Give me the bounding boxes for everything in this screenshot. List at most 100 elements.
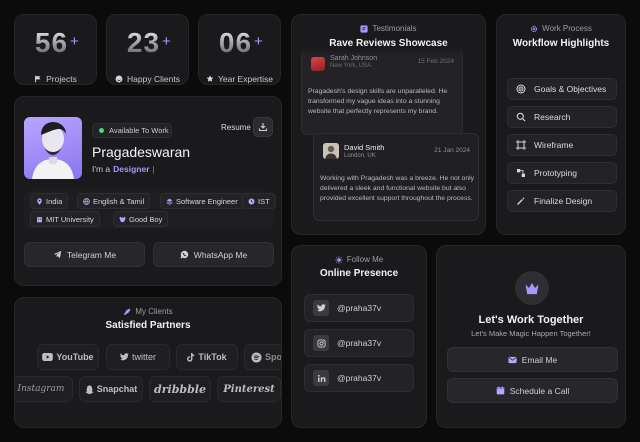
youtube-icon xyxy=(42,353,54,361)
sun-icon xyxy=(335,255,343,264)
workflow-item-prototyping: Prototyping xyxy=(507,162,617,184)
clients-card: My Clients Satisfied Partners YouTube tw… xyxy=(14,297,282,428)
cta-subtitle: Let's Make Magic Happen Together! xyxy=(471,329,591,338)
whatsapp-button[interactable]: WhatsApp Me xyxy=(153,242,274,267)
profile-role: I'm a Designer | xyxy=(92,164,155,174)
client-logo-youtube: YouTube xyxy=(37,344,99,370)
workflow-title: Workflow Highlights xyxy=(512,38,610,49)
reviewer-avatar xyxy=(311,57,325,71)
client-logo-snapchat: Snapchat xyxy=(79,376,143,402)
workflow-kicker: Work Process xyxy=(497,24,625,33)
profile-tags: India English & Tamil Software Engineer … xyxy=(24,191,276,229)
tag-university: MIT University xyxy=(30,211,100,227)
stat-number: 06 xyxy=(199,27,280,59)
crown-icon xyxy=(524,281,540,295)
crown-badge xyxy=(515,271,549,305)
stat-card-clients: 23 + Happy Clients xyxy=(106,14,189,85)
profile-name: Pragadeswaran xyxy=(92,144,191,160)
badge-icon xyxy=(206,75,214,83)
contact-card: Let's Work Together Let's Make Magic Hap… xyxy=(436,245,626,428)
stat-number: 23 xyxy=(107,27,188,59)
testimonials-card: Testimonials Rave Reviews Showcase Sarah… xyxy=(291,14,486,235)
calendar-icon xyxy=(496,386,505,395)
testimonials-divider xyxy=(292,48,485,56)
presence-link-instagram[interactable]: @praha37v xyxy=(304,329,414,357)
clients-title: Satisfied Partners xyxy=(105,320,191,331)
stat-card-expertise: 06 + Year Expertise xyxy=(198,14,281,85)
workflow-card: Work Process Workflow Highlights Goals &… xyxy=(496,14,626,235)
location-pin-icon xyxy=(36,197,43,205)
client-logo-twitter: twitter xyxy=(106,344,170,370)
status-badge: Available To Work xyxy=(92,123,172,138)
mail-icon xyxy=(508,356,517,364)
resume-download-button[interactable] xyxy=(253,117,273,137)
reviewer-name: Sarah Johnson xyxy=(330,55,378,62)
schedule-call-button[interactable]: Schedule a Call xyxy=(447,378,618,403)
linkedin-icon xyxy=(313,370,329,386)
telegram-icon xyxy=(53,250,62,259)
prototype-icon xyxy=(516,168,526,178)
stat-label: Year Expertise xyxy=(199,74,280,84)
snapchat-ghost-icon xyxy=(85,385,94,394)
workflow-item-research: Research xyxy=(507,106,617,128)
tag-timezone: IST xyxy=(242,193,276,209)
avatar xyxy=(24,117,82,179)
review-date: 21 Jan 2024 xyxy=(434,147,470,154)
workflow-item-wireframe: Wireframe xyxy=(507,134,617,156)
client-logo-tiktok: TikTok xyxy=(176,344,238,370)
reviewer-avatar xyxy=(323,143,339,159)
dog-icon xyxy=(119,216,126,223)
smile-icon xyxy=(115,75,123,83)
client-logo-spotify: Spotify xyxy=(244,344,281,370)
stat-number: 56 xyxy=(15,27,96,59)
tag-personality: Good Boy xyxy=(113,211,169,227)
presence-link-twitter[interactable]: @praha37v xyxy=(304,294,414,322)
tag-languages: English & Tamil xyxy=(77,193,151,209)
review-text: Pragadesh's design skills are unparallel… xyxy=(308,88,448,115)
whatsapp-icon xyxy=(180,250,189,259)
testimonial-icon xyxy=(360,24,369,33)
presence-kicker: Follow Me xyxy=(292,255,426,264)
instagram-icon xyxy=(313,335,329,351)
flag-icon xyxy=(34,75,42,83)
frame-icon xyxy=(516,140,526,150)
target-icon xyxy=(516,84,526,94)
cta-title: Let's Work Together xyxy=(478,314,584,326)
stat-label: Happy Clients xyxy=(107,74,188,84)
client-logo-dribbble: dribbble xyxy=(149,376,211,402)
stat-label: Projects xyxy=(15,74,96,84)
tag-country: India xyxy=(30,193,69,209)
review-card: David Smith London, UK 21 Jan 2024 Worki… xyxy=(313,133,479,221)
presence-link-linkedin[interactable]: @praha37v xyxy=(304,364,414,392)
workflow-item-goals: Goals & Objectives xyxy=(507,78,617,100)
client-logo-instagram: Instagram xyxy=(15,376,73,402)
testimonials-kicker: Testimonials xyxy=(292,24,485,33)
workflow-item-finalize: Finalize Design xyxy=(507,190,617,212)
spotify-icon xyxy=(251,351,262,363)
wand-icon xyxy=(516,196,526,206)
reviewer-location: London, UK xyxy=(344,153,376,159)
twitter-icon xyxy=(313,300,329,316)
review-text: Working with Pragadesh was a breeze. He … xyxy=(320,175,475,202)
clock-icon xyxy=(248,197,255,205)
stat-card-projects: 56 + Projects xyxy=(14,14,97,85)
tiktok-icon xyxy=(187,352,195,362)
presence-card: Follow Me Online Presence @praha37v @pra… xyxy=(291,245,427,428)
email-me-button[interactable]: Email Me xyxy=(447,347,618,372)
stat-plus: + xyxy=(162,33,171,50)
telegram-button[interactable]: Telegram Me xyxy=(24,242,145,267)
download-icon xyxy=(258,122,268,132)
magnifier-icon xyxy=(516,112,526,122)
status-dot-icon xyxy=(99,128,104,133)
globe-icon xyxy=(83,197,90,205)
clients-kicker: My Clients xyxy=(15,307,281,316)
reviewer-name: David Smith xyxy=(344,143,385,152)
review-date: 15 Feb 2024 xyxy=(417,58,454,65)
stat-plus: + xyxy=(70,33,79,50)
client-logo-pinterest: Pinterest xyxy=(217,376,281,402)
gear-icon xyxy=(530,25,538,33)
building-icon xyxy=(36,216,43,223)
rocket-icon xyxy=(123,308,131,316)
reviewer-location: New York, USA xyxy=(330,63,372,69)
presence-title: Online Presence xyxy=(319,268,399,279)
